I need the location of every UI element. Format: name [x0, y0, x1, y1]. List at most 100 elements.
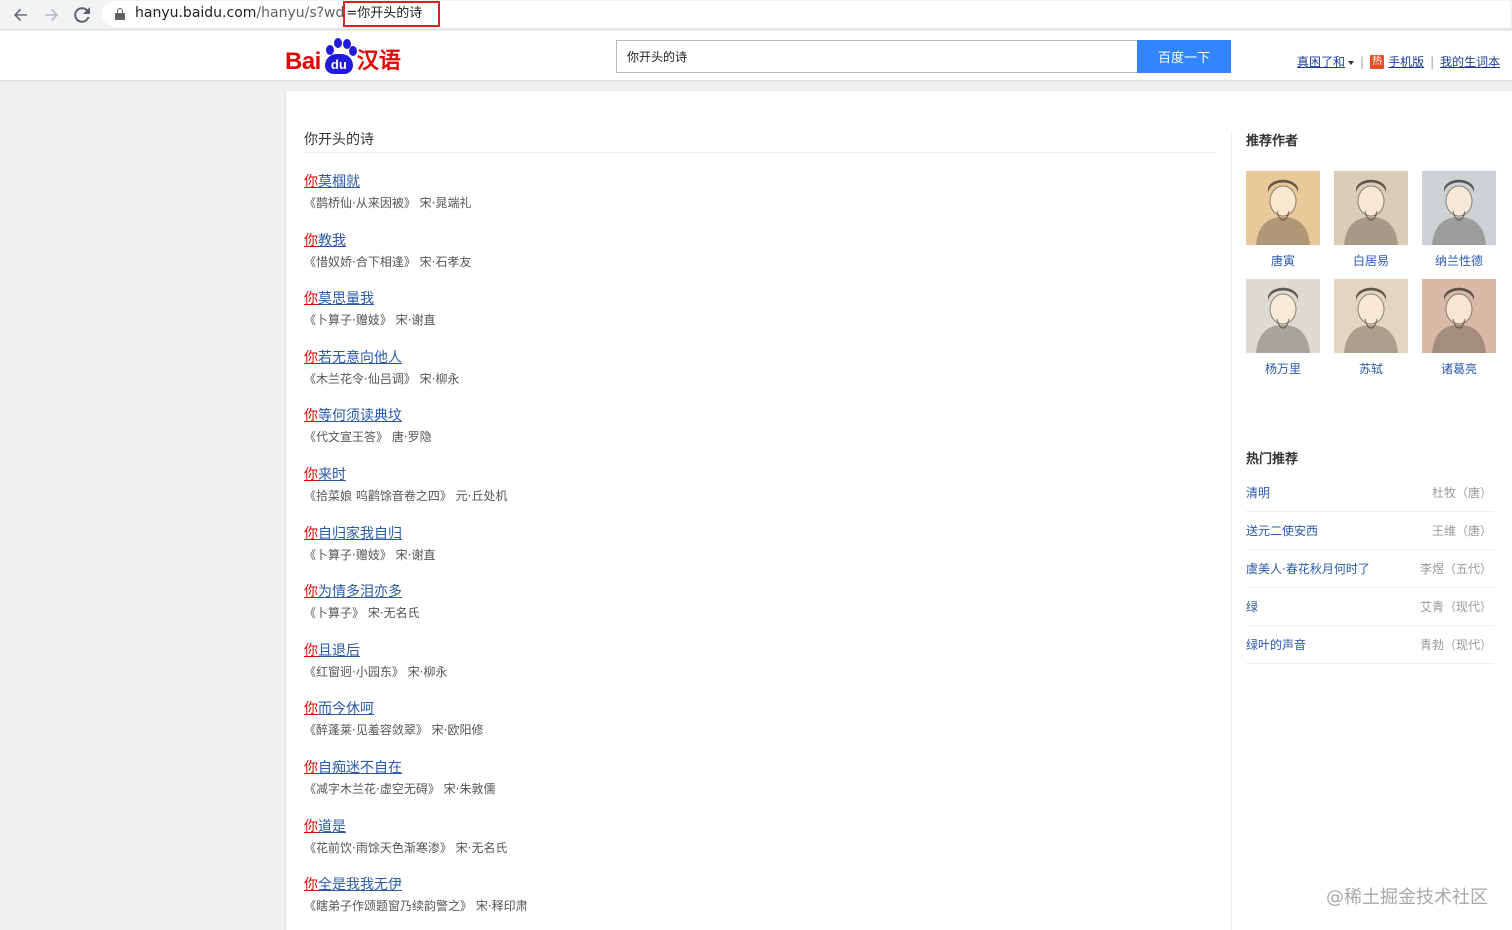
- author-card[interactable]: 杨万里: [1246, 279, 1320, 377]
- top-links: 真困了和 | 热手机版 | 我的生词本: [1297, 53, 1500, 70]
- poem-line-link[interactable]: 你全是我我无伊: [304, 877, 402, 893]
- poem-first-char: 你: [304, 584, 318, 601]
- poem-line-rest: 来时: [318, 466, 346, 483]
- link-separator: |: [1360, 54, 1365, 69]
- hot-poem-author: 王维（唐）: [1431, 524, 1492, 538]
- forward-arrow-icon[interactable]: [39, 3, 63, 27]
- portrait-figure-icon: [1432, 179, 1486, 245]
- search-input[interactable]: 你开头的诗: [616, 40, 1137, 73]
- hot-item: 虞美人·春花秋月何时了 李煜（五代）: [1246, 550, 1494, 588]
- author-portrait-image[interactable]: [1422, 279, 1496, 353]
- poem-line-rest: 而今休呵: [318, 701, 374, 718]
- hot-poem-author: 李煜（五代）: [1419, 562, 1492, 576]
- poem-results-list: 你莫椢就 《鹊桥仙·从来因被》 宋·晁端礼 你教我 《惜奴娇·合下相逢》 宋·石孝友你…: [304, 173, 1217, 930]
- poem-result: 你等何须读典坟《代文宣王答》 唐·罗隐: [304, 407, 1217, 466]
- poem-source: 《鹊桥仙·从来因被》 宋·晁端礼: [304, 196, 472, 210]
- poem-first-char: 你: [304, 525, 318, 542]
- hot-item: 绿叶的声音 青勃（现代）: [1246, 626, 1494, 664]
- poem-source: 《减字木兰花·虚空无碍》 宋·朱敦儒: [304, 781, 496, 796]
- search-button[interactable]: 百度一下: [1137, 40, 1231, 73]
- poem-line-link[interactable]: 你来时: [304, 467, 346, 483]
- hot-poem-link[interactable]: 送元二使安西: [1246, 522, 1318, 539]
- portrait-figure-icon: [1432, 287, 1486, 353]
- paw-icon: du: [322, 38, 357, 76]
- poem-line-link[interactable]: 你等何须读典坟: [304, 408, 402, 424]
- poem-line-rest: 道是: [318, 818, 346, 835]
- poem-line-link[interactable]: 你且退后: [304, 643, 360, 659]
- poem-line-link[interactable]: 你自痴迷不自在: [304, 760, 402, 776]
- poem-line-link[interactable]: 你而今休呵: [304, 701, 374, 717]
- poem-line-rest: 等何须读典坟: [318, 408, 402, 425]
- lock-icon: [115, 8, 125, 20]
- poem-first-char: 你: [304, 174, 318, 190]
- hot-recommendations-heading: 热门推荐: [1246, 452, 1299, 467]
- poem-first-char: 你: [304, 818, 318, 835]
- portrait-figure-icon: [1344, 179, 1398, 245]
- hot-item: 绿 艾青（现代）: [1246, 588, 1494, 626]
- hot-poem-author: 青勃（现代）: [1419, 638, 1492, 652]
- poem-first-char: 你: [304, 408, 318, 425]
- poem-line-rest: 为情多泪亦多: [318, 584, 402, 601]
- poem-source: 《代文宣王答》 唐·罗隐: [304, 430, 432, 445]
- address-bar[interactable]: hanyu.baidu.com/hanyu/s?wd =你开头的诗: [102, 1, 1510, 27]
- reload-icon[interactable]: [70, 3, 94, 27]
- poem-line-link[interactable]: 你莫思量我: [304, 291, 374, 307]
- author-name-link[interactable]: 苏轼: [1334, 361, 1408, 377]
- hot-poem-link[interactable]: 清明: [1246, 484, 1270, 501]
- poem-line-rest: 且退后: [318, 642, 360, 659]
- url-text: hanyu.baidu.com/hanyu/s?wd =你开头的诗: [135, 1, 441, 27]
- poem-first-char: 你: [304, 291, 318, 308]
- column-divider: [1231, 131, 1232, 930]
- author-name-link[interactable]: 诸葛亮: [1422, 361, 1496, 377]
- poem-line-link[interactable]: 你若无意向他人: [304, 350, 402, 366]
- author-portrait-image[interactable]: [1246, 279, 1320, 353]
- poem-line-link[interactable]: 你为情多泪亦多: [304, 584, 402, 600]
- hot-poem-link[interactable]: 虞美人·春花秋月何时了: [1246, 560, 1370, 577]
- poem-line-link[interactable]: 你自归家我自归: [304, 526, 402, 542]
- mobile-version-link[interactable]: 手机版: [1388, 53, 1424, 70]
- author-card[interactable]: 诸葛亮: [1422, 279, 1496, 377]
- poem-result: 你而今休呵 《醉蓬莱·见羞容敛翠》 宋·欧阳修: [304, 700, 1217, 759]
- hot-list: 清明 杜牧（唐） 送元二使安西 王维（唐） 虞美人·春花秋月何时了 李煜（五代） 绿 艾青（现…: [1246, 474, 1494, 664]
- watermark: @稀土掘金技术社区: [1326, 887, 1488, 908]
- poem-first-char: 你: [304, 701, 318, 718]
- author-portrait-image[interactable]: [1334, 171, 1408, 245]
- hot-poem-author: 艾青（现代）: [1419, 600, 1492, 614]
- url-path: /hanyu/s?wd: [256, 5, 345, 21]
- poem-line-link[interactable]: 你莫椢就: [304, 174, 360, 190]
- author-portrait-image[interactable]: [1334, 279, 1408, 353]
- author-portrait-image[interactable]: [1246, 171, 1320, 245]
- author-name-link[interactable]: 杨万里: [1246, 361, 1320, 377]
- author-portrait-image[interactable]: [1422, 171, 1496, 245]
- poem-first-char: 你: [304, 232, 318, 249]
- poem-result: 你自归家我自归 《卜算子·赠妓》 宋·谢直: [304, 525, 1217, 584]
- author-name-link[interactable]: 纳兰性德: [1422, 253, 1496, 269]
- author-name-link[interactable]: 白居易: [1334, 253, 1408, 269]
- poem-line-rest: 自痴迷不自在: [318, 759, 402, 776]
- hot-item: 清明 杜牧（唐）: [1246, 474, 1494, 512]
- poem-line-link[interactable]: 你教我: [304, 233, 346, 249]
- user-menu-link[interactable]: 真困了和: [1297, 53, 1355, 70]
- portrait-figure-icon: [1344, 287, 1398, 353]
- poem-result: 你教我《惜奴娇·合下相逢》 宋·石孝友: [304, 232, 1217, 291]
- query-title: 你开头的诗: [304, 132, 374, 148]
- author-card[interactable]: 苏轼: [1334, 279, 1408, 377]
- poem-first-char: 你: [304, 759, 318, 776]
- poem-line-rest: 莫椢就: [318, 174, 360, 190]
- author-card[interactable]: 白居易: [1334, 171, 1408, 269]
- baidu-hanyu-logo[interactable]: Bai du 汉语: [285, 36, 401, 76]
- hot-poem-link[interactable]: 绿叶的声音: [1246, 636, 1306, 653]
- author-card[interactable]: 唐寅: [1246, 171, 1320, 269]
- back-arrow-icon[interactable]: [9, 3, 33, 27]
- author-name-link[interactable]: 唐寅: [1246, 253, 1320, 269]
- poem-line-rest: 自归家我自归: [318, 525, 402, 542]
- vocabulary-book-link[interactable]: 我的生词本: [1440, 53, 1500, 70]
- poem-line-link[interactable]: 你道是: [304, 819, 346, 835]
- poem-first-char: 你: [304, 349, 318, 366]
- poem-source: 《惜奴娇·合下相逢》 宋·石孝友: [304, 254, 472, 269]
- content-panel: 你开头的诗 你莫椢就 《鹊桥仙·从来因被》 宋·晁端礼 你教我 《惜奴娇·合下相逢》 …: [285, 90, 1512, 930]
- hot-item: 送元二使安西 王维（唐）: [1246, 512, 1494, 550]
- hot-poem-link[interactable]: 绿: [1246, 598, 1258, 615]
- poem-line-rest: 全是我我无伊: [318, 877, 402, 894]
- author-card[interactable]: 纳兰性德: [1422, 171, 1496, 269]
